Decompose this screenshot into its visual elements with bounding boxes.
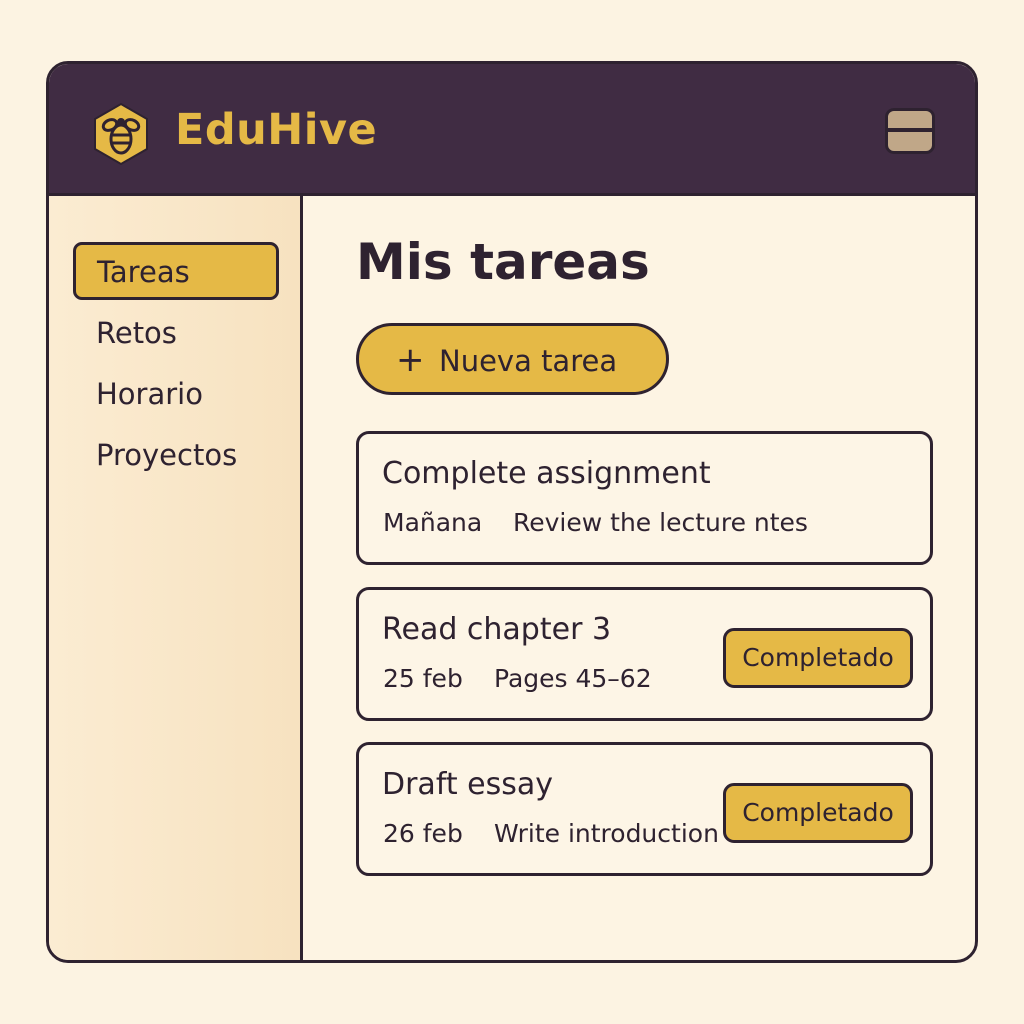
bee-icon: [94, 102, 148, 166]
app-header: EduHive: [49, 64, 975, 196]
task-description: Review the lecture ntes: [513, 508, 808, 537]
sidebar: Tareas Retos Horario Proyectos: [49, 196, 303, 960]
page-title: Mis tareas: [356, 233, 650, 291]
task-date: 25 feb: [383, 664, 463, 693]
task-description: Pages 45–62: [494, 664, 652, 693]
brand-name: EduHive: [175, 105, 378, 155]
sidebar-item-tareas[interactable]: Tareas: [73, 242, 279, 300]
status-badge: Completado: [723, 783, 913, 843]
task-title: Read chapter 3: [382, 612, 612, 647]
main-content: Mis tareas + Nueva tarea Complete assign…: [306, 196, 975, 960]
task-title: Complete assignment: [382, 456, 711, 491]
status-badge: Completado: [723, 628, 913, 688]
menu-button[interactable]: [885, 108, 935, 154]
new-task-label: Nueva tarea: [439, 344, 618, 378]
task-card[interactable]: Read chapter 3 25 feb Pages 45–62 Comple…: [356, 587, 933, 721]
task-card[interactable]: Draft essay 26 feb Write introduction Co…: [356, 742, 933, 876]
app-window: EduHive Tareas Retos Horario Proyectos M…: [46, 61, 978, 963]
task-card[interactable]: Complete assignment Mañana Review the le…: [356, 431, 933, 565]
sidebar-item-proyectos[interactable]: Proyectos: [73, 428, 279, 486]
menu-icon: [888, 128, 932, 132]
task-date: Mañana: [383, 508, 483, 537]
sidebar-item-horario[interactable]: Horario: [73, 367, 279, 425]
plus-icon: +: [396, 340, 425, 380]
task-title: Draft essay: [382, 767, 554, 802]
sidebar-item-retos[interactable]: Retos: [73, 306, 279, 364]
task-date: 26 feb: [383, 819, 463, 848]
new-task-button[interactable]: + Nueva tarea: [356, 323, 669, 395]
task-description: Write introduction: [494, 819, 719, 848]
